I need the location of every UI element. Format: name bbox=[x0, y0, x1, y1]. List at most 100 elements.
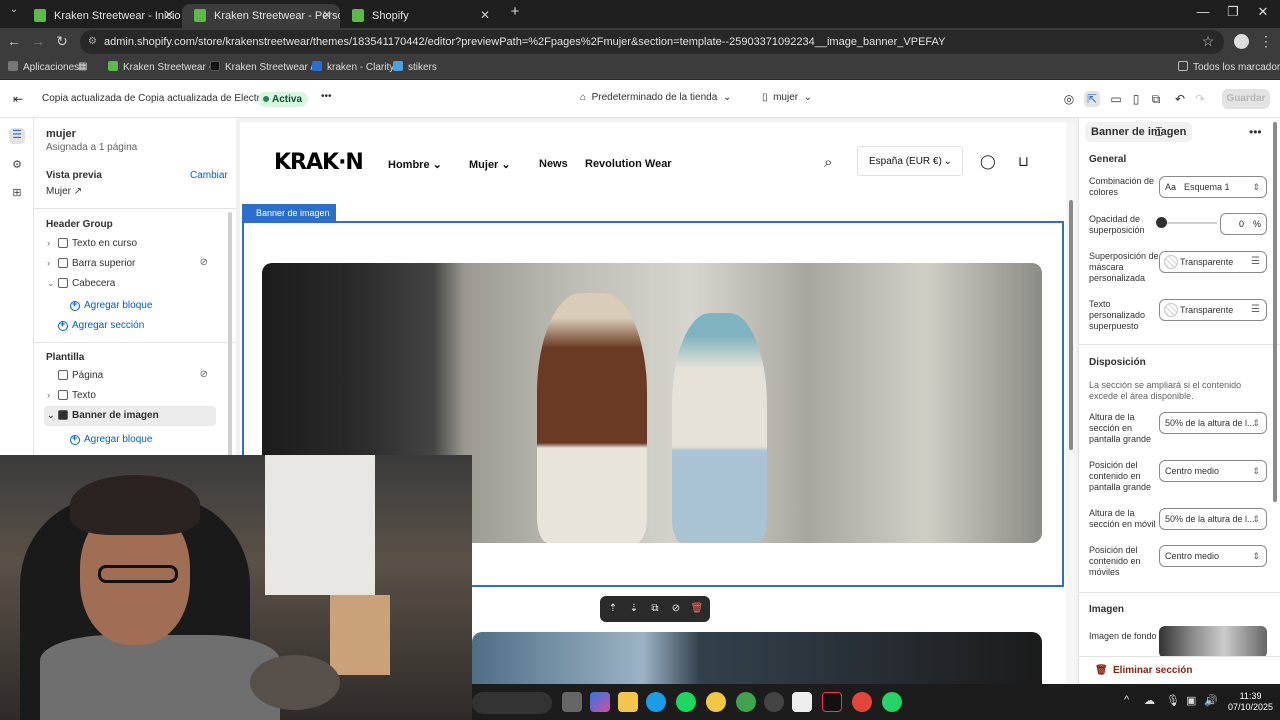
add-block-button[interactable]: Agregar bloque bbox=[70, 299, 152, 311]
cloud-icon[interactable]: ☁ bbox=[1144, 694, 1155, 707]
canvas-scrollbar[interactable] bbox=[1066, 122, 1076, 684]
taskbar-search[interactable] bbox=[472, 692, 552, 714]
tiktok-icon[interactable] bbox=[822, 692, 842, 712]
overlay-opacity-slider[interactable] bbox=[1156, 217, 1217, 228]
nav-hombre[interactable]: Hombre ⌄ bbox=[388, 158, 442, 171]
store-logo[interactable]: KRAK·N bbox=[274, 150, 364, 175]
browser-menu-icon[interactable]: ⋮ bbox=[1256, 33, 1276, 50]
close-icon[interactable]: ✕ bbox=[480, 8, 490, 22]
next-section-image[interactable] bbox=[472, 632, 1042, 684]
network-icon[interactable]: ▣ bbox=[1186, 694, 1196, 707]
microphone-icon[interactable]: 🎙 bbox=[1166, 694, 1180, 707]
mask-overlay-picker[interactable]: Transparente ☰ bbox=[1159, 251, 1267, 273]
chevron-down-icon[interactable]: ⌄ bbox=[47, 278, 55, 289]
store-context-select[interactable]: ⌂ Predeterminado de la tienda ⌄ bbox=[580, 92, 731, 103]
close-icon[interactable]: ✕ bbox=[322, 8, 332, 22]
selected-section-tag[interactable]: Banner de imagen bbox=[242, 204, 336, 222]
tree-item-texto-en-curso[interactable]: › Texto en curso bbox=[44, 234, 216, 254]
spotify-icon[interactable] bbox=[676, 692, 696, 712]
delete-section-button[interactable]: 🗑 Eliminar sección bbox=[1079, 656, 1280, 684]
cart-icon[interactable]: ⊔ bbox=[1018, 153, 1029, 170]
desktop-view-icon[interactable]: ▭ bbox=[1108, 91, 1124, 107]
mobile-view-icon[interactable]: ▯ bbox=[1128, 91, 1144, 107]
task-view-icon[interactable] bbox=[562, 692, 582, 712]
browser-tab-shopify[interactable]: Shopify ✕ bbox=[340, 4, 498, 28]
add-block-button-2[interactable]: Agregar bloque bbox=[70, 433, 152, 445]
volume-icon[interactable]: 🔊 bbox=[1204, 694, 1218, 707]
chrome-icon[interactable] bbox=[706, 692, 726, 712]
chevron-down-icon[interactable]: ⌄ bbox=[47, 410, 55, 421]
site-info-icon[interactable]: ⚙ bbox=[88, 30, 97, 54]
tab-list-chevron-icon[interactable]: ⌄ bbox=[4, 4, 24, 15]
chrome-profile-icon[interactable] bbox=[736, 692, 756, 712]
copilot-icon[interactable] bbox=[590, 692, 610, 712]
chevron-right-icon[interactable]: › bbox=[47, 390, 50, 400]
back-arrow-icon[interactable]: ← bbox=[4, 33, 24, 49]
inspector-cursor-icon[interactable]: ⇱ bbox=[1084, 91, 1100, 107]
bookmark-kraken-1[interactable]: Kraken Streetwear -... bbox=[108, 61, 220, 73]
tree-item-pagina[interactable]: Página ⊘ bbox=[44, 366, 216, 386]
save-button[interactable]: Guardar bbox=[1222, 89, 1270, 109]
sidekick-icon[interactable]: ◎ bbox=[1061, 91, 1077, 107]
preview-page-link[interactable]: Mujer ↗ bbox=[46, 186, 82, 197]
position-desktop-select[interactable]: Centro medio ⇕ bbox=[1159, 460, 1267, 482]
chevron-right-icon[interactable]: › bbox=[47, 238, 50, 248]
fullscreen-view-icon[interactable]: ⧉ bbox=[1148, 91, 1164, 107]
bookmark-star-icon[interactable]: ☆ bbox=[1198, 33, 1218, 50]
hide-icon[interactable]: ⊘ bbox=[669, 602, 683, 616]
redo-icon[interactable]: ↷ bbox=[1192, 91, 1208, 107]
exit-icon[interactable]: ⇤ bbox=[10, 91, 26, 107]
canvas-scroll-thumb[interactable] bbox=[1069, 200, 1073, 450]
all-bookmarks[interactable]: Todos los marcadores bbox=[1178, 61, 1280, 73]
move-down-icon[interactable]: ⇣ bbox=[627, 602, 641, 616]
add-section-button[interactable]: Agregar sección bbox=[58, 319, 144, 331]
duplicate-icon[interactable]: ⧉ bbox=[648, 602, 662, 616]
bookmark-stikers[interactable]: stikers bbox=[393, 61, 437, 73]
nav-mujer[interactable]: Mujer ⌄ bbox=[469, 158, 511, 171]
whatsapp-icon[interactable] bbox=[882, 692, 902, 712]
restore-icon[interactable]: ❐ bbox=[1218, 4, 1248, 20]
bookmark-apps[interactable]: Aplicaciones bbox=[8, 61, 79, 73]
tree-item-texto[interactable]: › Texto bbox=[44, 386, 216, 406]
slider-thumb[interactable] bbox=[1156, 217, 1167, 228]
overlay-opacity-input[interactable]: 0 % bbox=[1220, 213, 1267, 235]
sidebar-scrollbar[interactable] bbox=[228, 212, 232, 458]
tree-item-banner-de-imagen[interactable]: ⌄ Banner de imagen bbox=[44, 406, 216, 426]
height-desktop-select[interactable]: 50% de la altura de l... ⇕ bbox=[1159, 412, 1267, 434]
text-overlay-picker[interactable]: Transparente ☰ bbox=[1159, 299, 1267, 321]
chrome-alt-icon[interactable] bbox=[852, 692, 872, 712]
browser-tab-inicio[interactable]: Kraken Streetwear - Inicio - Shop ✕ bbox=[22, 4, 182, 28]
forward-arrow-icon[interactable]: → bbox=[28, 33, 48, 49]
settings-scrollbar[interactable] bbox=[1273, 122, 1277, 502]
nav-revolution-wear[interactable]: Revolution Wear bbox=[585, 158, 672, 170]
search-icon[interactable]: ⌕ bbox=[824, 154, 832, 171]
file-explorer-icon[interactable] bbox=[618, 692, 638, 712]
settings-more-icon[interactable]: ••• bbox=[1249, 125, 1262, 139]
country-selector[interactable]: España (EUR €) ⌄ bbox=[857, 146, 963, 176]
theme-more-button[interactable]: ••• bbox=[321, 91, 332, 102]
height-mobile-select[interactable]: 50% de la altura de l... ⇕ bbox=[1159, 508, 1267, 530]
edge-icon[interactable] bbox=[646, 692, 666, 712]
taskbar-clock[interactable]: 11:39 07/10/2025 bbox=[1228, 691, 1273, 713]
page-select[interactable]: ▯ mujer ⌄ bbox=[762, 92, 812, 103]
hidden-eye-icon[interactable]: ⊘ bbox=[200, 257, 208, 268]
bookmark-kraken-2[interactable]: Kraken Streetwear /... bbox=[210, 61, 322, 73]
close-icon[interactable]: ✕ bbox=[164, 8, 174, 22]
url-input[interactable]: ⚙ admin.shopify.com/store/krakenstreetwe… bbox=[80, 30, 1224, 54]
hidden-eye-icon[interactable]: ⊘ bbox=[200, 369, 208, 380]
change-preview-link[interactable]: Cambiar bbox=[190, 170, 228, 181]
apps-icon[interactable]: ⊞ bbox=[9, 186, 25, 202]
nav-news[interactable]: News bbox=[539, 158, 568, 170]
notion-icon[interactable] bbox=[792, 692, 812, 712]
bookmark-clarity[interactable]: kraken - Clarity bbox=[312, 61, 394, 73]
new-tab-plus-icon[interactable]: + bbox=[500, 3, 530, 20]
move-up-icon[interactable]: ⇡ bbox=[606, 602, 620, 616]
reload-icon[interactable]: ↻ bbox=[52, 33, 72, 50]
profile-avatar[interactable] bbox=[1234, 34, 1249, 49]
account-icon[interactable]: ◯ bbox=[980, 153, 996, 170]
color-scheme-select[interactable]: Aa Esquema 1 ⇕ bbox=[1159, 176, 1267, 198]
delete-trash-icon[interactable]: 🗑 bbox=[690, 602, 704, 616]
obs-icon[interactable] bbox=[764, 692, 784, 712]
theme-settings-gear-icon[interactable]: ⚙ bbox=[9, 158, 25, 174]
sections-icon[interactable]: ☰ bbox=[9, 128, 25, 144]
